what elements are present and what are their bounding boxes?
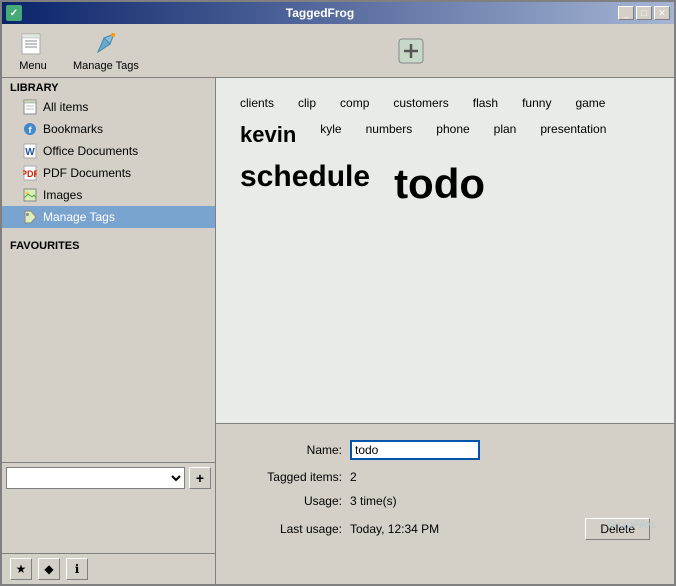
name-input[interactable]	[350, 440, 480, 460]
last-usage-row: Last usage: Today, 12:34 PM Delete	[240, 518, 650, 540]
sidebar-item-manage-tags[interactable]: Manage Tags	[2, 206, 215, 228]
detail-panel: Name: Tagged items: 2 Usage: 3 time(s) L…	[216, 424, 674, 584]
close-button[interactable]: ✕	[654, 6, 670, 20]
maximize-button[interactable]: □	[636, 6, 652, 20]
tag-item-comp[interactable]: comp	[336, 94, 373, 112]
sidebar-footer: ★ ◆ ℹ	[2, 553, 215, 584]
tag-item-schedule[interactable]: schedule	[236, 158, 374, 210]
sidebar-combo[interactable]	[6, 467, 185, 489]
title-bar: ✓ TaggedFrog _ □ ✕	[2, 2, 674, 24]
star-button[interactable]: ★	[10, 558, 32, 580]
last-usage-label: Last usage:	[240, 522, 350, 536]
info-button[interactable]: ℹ	[66, 558, 88, 580]
tag-item-plan[interactable]: plan	[490, 120, 521, 150]
usage-value: 3 time(s)	[350, 494, 397, 508]
manage-tags-icon	[92, 30, 120, 58]
sidebar-item-manage-tags-label: Manage Tags	[43, 210, 115, 224]
add-button[interactable]	[388, 32, 434, 70]
sidebar-item-pdf-docs-label: PDF Documents	[43, 166, 131, 180]
sidebar-add-button[interactable]: +	[189, 467, 211, 489]
main-content: LIBRARY All items f	[2, 78, 674, 584]
tag-item-kevin[interactable]: kevin	[236, 120, 300, 150]
word-icon: W	[22, 143, 38, 159]
sidebar-item-all-items[interactable]: All items	[2, 96, 215, 118]
sidebar: LIBRARY All items f	[2, 78, 216, 584]
tag-item-funny[interactable]: funny	[518, 94, 555, 112]
sidebar-item-all-items-label: All items	[43, 100, 88, 114]
tag-item-numbers[interactable]: numbers	[362, 120, 417, 150]
favourites-section-label: FAVOURITES	[2, 236, 215, 254]
manage-tags-button[interactable]: Manage Tags	[64, 25, 148, 77]
app-window: ✓ TaggedFrog _ □ ✕ Menu	[0, 0, 676, 586]
manage-tags-label: Manage Tags	[73, 60, 139, 72]
tag-item-phone[interactable]: phone	[432, 120, 473, 150]
library-section-label: LIBRARY	[2, 78, 215, 96]
sidebar-empty-area	[2, 493, 215, 553]
tag-item-clip[interactable]: clip	[294, 94, 320, 112]
sidebar-combo-row: +	[2, 462, 215, 493]
sidebar-item-office-docs[interactable]: W Office Documents	[2, 140, 215, 162]
usage-label: Usage:	[240, 494, 350, 508]
sidebar-item-bookmarks-label: Bookmarks	[43, 122, 103, 136]
last-usage-value: Today, 12:34 PM	[350, 522, 439, 536]
window-controls: _ □ ✕	[618, 6, 670, 20]
image-icon	[22, 187, 38, 203]
name-row: Name:	[240, 440, 650, 460]
svg-text:W: W	[25, 147, 35, 158]
name-label: Name:	[240, 443, 350, 457]
tag-icon	[22, 209, 38, 225]
tag-item-game[interactable]: game	[571, 94, 609, 112]
tag-item-flash[interactable]: flash	[469, 94, 502, 112]
tag-item-customers[interactable]: customers	[389, 94, 452, 112]
sidebar-item-bookmarks[interactable]: f Bookmarks	[2, 118, 215, 140]
svg-text:PDF: PDF	[23, 169, 37, 179]
menu-button[interactable]: Menu	[10, 25, 56, 77]
usage-row: Usage: 3 time(s)	[240, 494, 650, 508]
sidebar-item-images-label: Images	[43, 188, 82, 202]
window-title: TaggedFrog	[22, 6, 618, 20]
tag-item-kyle[interactable]: kyle	[316, 120, 345, 150]
diamond-button[interactable]: ◆	[38, 558, 60, 580]
pdf-icon: PDF	[22, 165, 38, 181]
tag-item-todo[interactable]: todo	[390, 158, 489, 210]
doc-icon	[22, 99, 38, 115]
menu-label: Menu	[19, 60, 47, 72]
sidebar-item-images[interactable]: Images	[2, 184, 215, 206]
tag-item-clients[interactable]: clients	[236, 94, 278, 112]
menu-icon	[19, 30, 47, 58]
tagged-items-value: 2	[350, 470, 357, 484]
bookmark-icon: f	[22, 121, 38, 137]
delete-button[interactable]: Delete	[585, 518, 650, 540]
add-icon	[397, 37, 425, 65]
tagged-items-row: Tagged items: 2	[240, 470, 650, 484]
sidebar-item-pdf-docs[interactable]: PDF PDF Documents	[2, 162, 215, 184]
tag-item-presentation[interactable]: presentation	[536, 120, 610, 150]
sidebar-item-office-docs-label: Office Documents	[43, 144, 138, 158]
tags-cloud: clients clip comp customers flash funny game ke…	[216, 78, 674, 424]
right-panel: clients clip comp customers flash funny game ke…	[216, 78, 674, 584]
app-icon: ✓	[6, 5, 22, 21]
tagged-items-label: Tagged items:	[240, 470, 350, 484]
minimize-button[interactable]: _	[618, 6, 634, 20]
toolbar: Menu Manage Tags	[2, 24, 674, 78]
